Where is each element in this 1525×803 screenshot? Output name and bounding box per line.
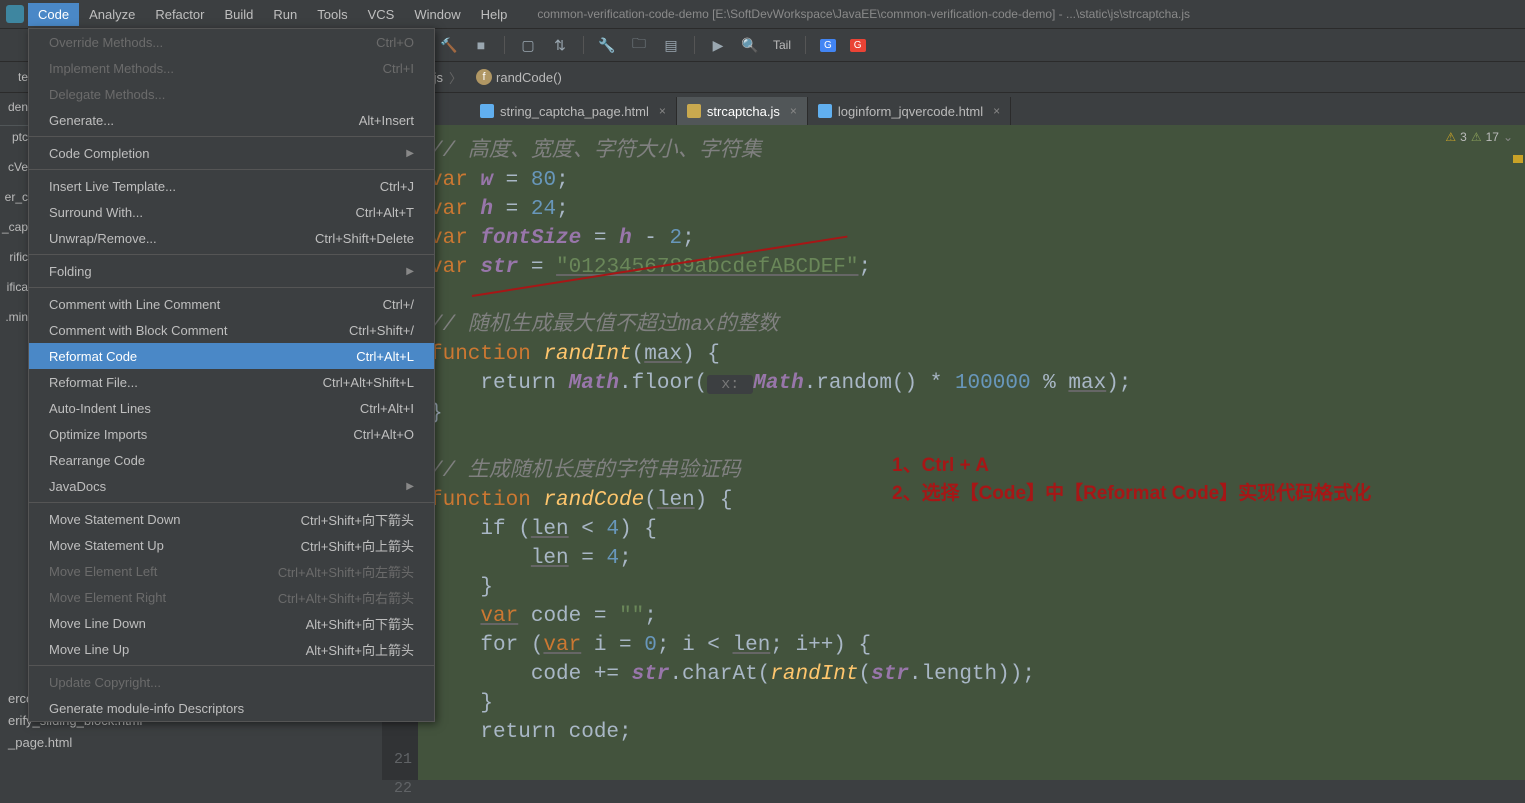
menu-tools[interactable]: Tools (307, 3, 357, 26)
menu-code[interactable]: Code (28, 3, 79, 26)
menu-run[interactable]: Run (263, 3, 307, 26)
function-badge-icon: f (476, 69, 492, 85)
close-icon[interactable]: × (659, 104, 666, 118)
menu-item-optimize-imports[interactable]: Optimize ImportsCtrl+Alt+O (29, 421, 434, 447)
folder-icon[interactable]: 🗀 (630, 36, 648, 54)
menu-item-move-line-down[interactable]: Move Line DownAlt+Shift+向下箭头 (29, 610, 434, 636)
line-number: 22 (382, 774, 418, 803)
separator (583, 36, 584, 54)
breadcrumb-function[interactable]: randCode() (496, 70, 562, 85)
editor[interactable]: ⚠3 ⚠17 ⌄ 21 22 // 高度、宽度、字符大小、字符集 var w =… (382, 125, 1525, 780)
menu-item-generate-module-info-descriptors[interactable]: Generate module-info Descriptors (29, 695, 434, 721)
chevron-right-icon: 〉 (449, 68, 462, 87)
menu-item-comment-with-line-comment[interactable]: Comment with Line CommentCtrl+/ (29, 291, 434, 317)
menu-item-generate-[interactable]: Generate...Alt+Insert (29, 107, 434, 133)
close-icon[interactable]: × (993, 104, 1000, 118)
play-icon[interactable]: ▶ (709, 36, 727, 54)
menu-item-comment-with-block-comment[interactable]: Comment with Block CommentCtrl+Shift+/ (29, 317, 434, 343)
wrench-icon[interactable]: 🔧 (598, 36, 616, 54)
annotation-text-2: 2、选择【Code】中【Reformat Code】实现代码格式化 (892, 478, 1371, 505)
menu-vcs[interactable]: VCS (358, 3, 405, 26)
separator (504, 36, 505, 54)
tab-string-captcha-page[interactable]: string_captcha_page.html × (470, 97, 677, 125)
menu-item-override-methods-: Override Methods...Ctrl+O (29, 29, 434, 55)
menu-item-folding[interactable]: Folding▶ (29, 258, 434, 284)
stop-icon[interactable]: ■ (472, 36, 490, 54)
menu-item-move-statement-up[interactable]: Move Statement UpCtrl+Shift+向上箭头 (29, 532, 434, 558)
tool-icon[interactable]: ⇅ (551, 36, 569, 54)
menu-item-implement-methods-: Implement Methods...Ctrl+I (29, 55, 434, 81)
separator (694, 36, 695, 54)
menu-item-unwrap-remove-[interactable]: Unwrap/Remove...Ctrl+Shift+Delete (29, 225, 434, 251)
translate-icon[interactable]: G (850, 39, 866, 52)
html-file-icon (818, 104, 832, 118)
menu-item-javadocs[interactable]: JavaDocs▶ (29, 473, 434, 499)
menu-bar: Code Analyze Refactor Build Run Tools VC… (0, 0, 1525, 29)
tab-strcaptcha-js[interactable]: strcaptcha.js × (677, 97, 808, 125)
menu-item-move-element-left: Move Element LeftCtrl+Alt+Shift+向左箭头 (29, 558, 434, 584)
app-icon (6, 5, 24, 23)
menu-item-surround-with-[interactable]: Surround With...Ctrl+Alt+T (29, 199, 434, 225)
annotation-text-1: 1、Ctrl + A (892, 450, 989, 477)
tab-label: strcaptcha.js (707, 104, 780, 119)
menu-item-update-copyright-: Update Copyright... (29, 669, 434, 695)
menu-item-reformat-file-[interactable]: Reformat File...Ctrl+Alt+Shift+L (29, 369, 434, 395)
menu-analyze[interactable]: Analyze (79, 3, 145, 26)
code-content[interactable]: // 高度、宽度、字符大小、字符集 var w = 80; var h = 24… (430, 137, 1525, 747)
tab-loginform-jqvercode[interactable]: loginform_jqvercode.html × (808, 97, 1011, 125)
stack-icon[interactable]: ▤ (662, 36, 680, 54)
project-tree-partial: tedenptccVeer_c_caprificifica.min (0, 62, 30, 332)
close-icon[interactable]: × (790, 104, 797, 118)
menu-item-move-statement-down[interactable]: Move Statement DownCtrl+Shift+向下箭头 (29, 506, 434, 532)
menu-refactor[interactable]: Refactor (145, 3, 214, 26)
hammer-icon[interactable]: 🔨 (440, 36, 458, 54)
menu-item-reformat-code[interactable]: Reformat CodeCtrl+Alt+L (29, 343, 434, 369)
tab-label: loginform_jqvercode.html (838, 104, 983, 119)
tool-icon[interactable]: ▢ (519, 36, 537, 54)
tab-label: string_captcha_page.html (500, 104, 649, 119)
menu-item-auto-indent-lines[interactable]: Auto-Indent LinesCtrl+Alt+I (29, 395, 434, 421)
translate-icon[interactable]: G (820, 39, 836, 52)
menu-item-rearrange-code[interactable]: Rearrange Code (29, 447, 434, 473)
html-file-icon (480, 104, 494, 118)
menu-item-move-line-up[interactable]: Move Line UpAlt+Shift+向上箭头 (29, 636, 434, 662)
menu-item-insert-live-template-[interactable]: Insert Live Template...Ctrl+J (29, 173, 434, 199)
menu-build[interactable]: Build (214, 3, 263, 26)
search-icon[interactable]: 🔍 (741, 36, 759, 54)
menu-help[interactable]: Help (471, 3, 518, 26)
menu-item-delegate-methods-: Delegate Methods... (29, 81, 434, 107)
menu-item-code-completion[interactable]: Code Completion▶ (29, 140, 434, 166)
line-number: 21 (382, 745, 418, 774)
code-menu-dropdown: Override Methods...Ctrl+OImplement Metho… (28, 28, 435, 722)
menu-item-move-element-right: Move Element RightCtrl+Alt+Shift+向右箭头 (29, 584, 434, 610)
file-item[interactable]: _page.html (8, 732, 188, 754)
menu-window[interactable]: Window (404, 3, 470, 26)
window-title: common-verification-code-demo [E:\SoftDe… (537, 7, 1190, 21)
tail-label[interactable]: Tail (773, 38, 791, 52)
separator (805, 36, 806, 54)
js-file-icon (687, 104, 701, 118)
